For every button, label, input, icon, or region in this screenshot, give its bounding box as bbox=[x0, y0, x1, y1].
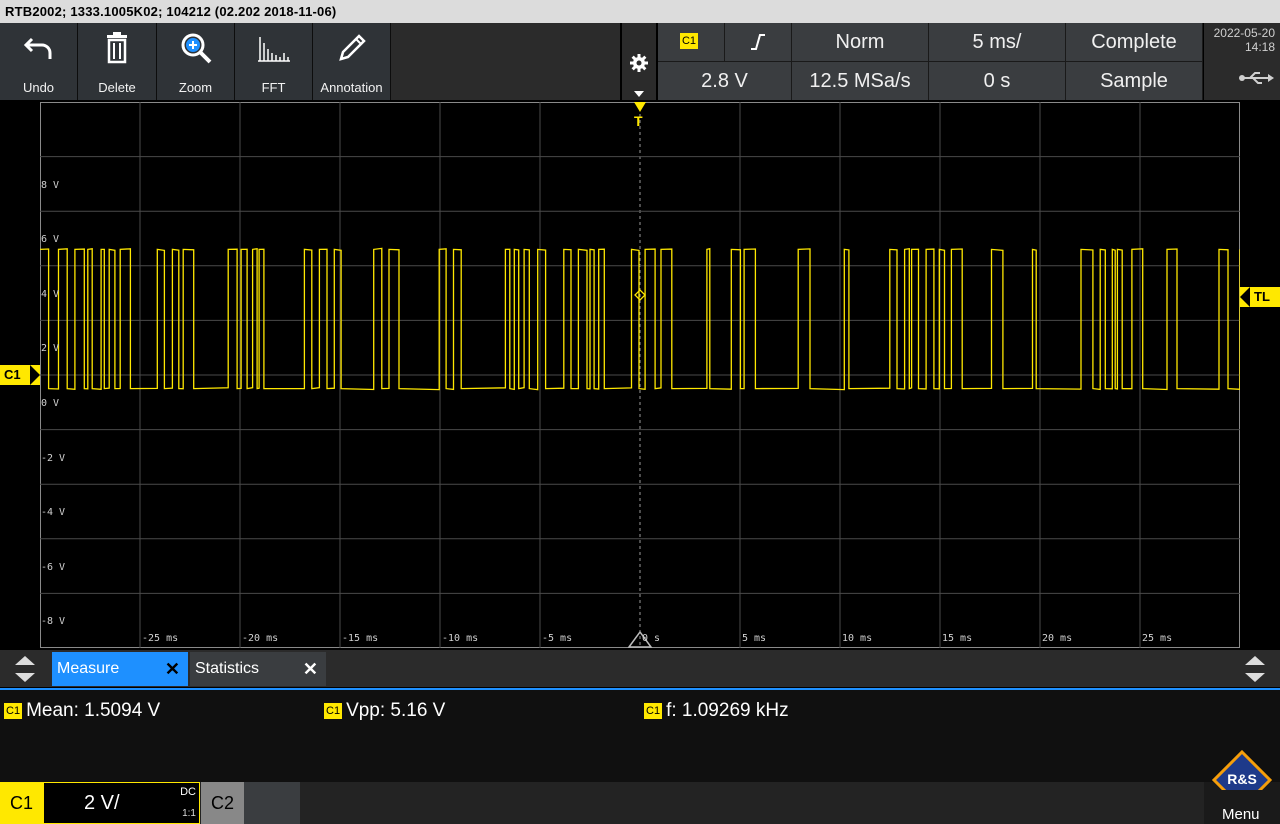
y-axis-label: -6 V bbox=[41, 561, 66, 573]
x-axis-label: 15 ms bbox=[942, 633, 973, 644]
gear-icon bbox=[630, 54, 648, 72]
waveform-display[interactable]: 8 V6 V4 V2 V0 V-2 V-4 V-6 V-8 V-10 V -25… bbox=[40, 102, 1240, 682]
measurement-panel: C1 Mean: 1.5094 V C1 Vpp: 5.16 V C1 f: 1.09… bbox=[0, 688, 1280, 784]
x-axis-label: -15 ms bbox=[342, 633, 379, 644]
fft-spectrum-icon bbox=[257, 37, 290, 62]
fft-button[interactable]: FFT bbox=[235, 23, 313, 100]
y-axis-label: -2 V bbox=[41, 452, 66, 464]
channel-1-coupling: DC bbox=[180, 786, 196, 798]
usb-icon bbox=[1239, 72, 1274, 84]
x-axis-label: 5 ms bbox=[742, 633, 767, 644]
channel-1-offset-marker[interactable]: C1 bbox=[0, 365, 40, 385]
timebase-cell[interactable]: 5 ms/ bbox=[929, 23, 1065, 61]
channel-1-scale-box[interactable]: 2 V/ DC 1:1 bbox=[43, 782, 200, 824]
trigger-source-cell[interactable]: C1 bbox=[658, 23, 724, 61]
close-icon[interactable]: ✕ bbox=[303, 652, 318, 686]
undo-label: Undo bbox=[22, 80, 55, 95]
channel-1-button[interactable]: C1 bbox=[0, 782, 43, 824]
zoom-button[interactable]: Zoom bbox=[157, 23, 235, 100]
trigger-arrow-icon bbox=[634, 102, 646, 112]
menu-label: Menu bbox=[1222, 806, 1260, 823]
tab-statistics-label: Statistics bbox=[195, 660, 260, 677]
acquisition-mode-cell[interactable]: Sample bbox=[1066, 62, 1202, 100]
channel-bar: C1 2 V/ DC 1:1 C2 R&S Menu bbox=[0, 750, 1280, 824]
x-axis-label: -25 ms bbox=[142, 633, 179, 644]
channel-1-probe: 1:1 bbox=[182, 808, 196, 819]
x-axis-label: 0 s bbox=[642, 633, 661, 644]
menu-button[interactable]: R&S Menu bbox=[1204, 750, 1280, 824]
measurement-frequency-text: f: 1.09269 kHz bbox=[666, 700, 789, 721]
scroll-up-down-icon[interactable] bbox=[15, 656, 35, 682]
x-axis-label: 20 ms bbox=[1042, 633, 1073, 644]
channel-2-scale-box[interactable] bbox=[244, 782, 300, 824]
rising-edge-icon bbox=[751, 34, 765, 50]
measurement-channel-badge: C1 bbox=[4, 702, 23, 719]
measurement-vpp-text: Vpp: 5.16 V bbox=[346, 700, 446, 721]
y-axis-label: 8 V bbox=[41, 179, 60, 191]
undo-button[interactable]: Undo bbox=[0, 23, 78, 100]
fft-label: FFT bbox=[261, 80, 286, 95]
zoom-icon bbox=[181, 33, 211, 64]
window-title: RTB2002; 1333.1005K02; 104212 (02.202 20… bbox=[0, 0, 1280, 23]
pencil-icon bbox=[338, 34, 366, 61]
trigger-marker-label: T bbox=[634, 113, 643, 129]
delete-button[interactable]: Delete bbox=[78, 23, 157, 100]
delete-label: Delete bbox=[98, 80, 136, 95]
x-axis-label: 25 ms bbox=[1142, 633, 1173, 644]
annotation-button[interactable]: Annotation bbox=[313, 23, 391, 100]
measurement-vpp[interactable]: C1 Vpp: 5.16 V bbox=[324, 700, 445, 722]
measurement-mean-text: Mean: 1.5094 V bbox=[26, 700, 161, 721]
x-axis-label: -20 ms bbox=[242, 633, 279, 644]
measurement-channel-badge: C1 bbox=[644, 702, 663, 719]
trigger-level-marker[interactable]: TL bbox=[1240, 287, 1280, 307]
trigger-mode-cell[interactable]: Norm bbox=[792, 23, 928, 61]
x-axis-label: -5 ms bbox=[542, 633, 573, 644]
channel-1-marker-text: C1 bbox=[4, 367, 21, 382]
trigger-source-badge: C1 bbox=[679, 33, 699, 49]
tab-bar: Measure ✕ Statistics ✕ bbox=[0, 650, 1280, 687]
toolbar: Undo Delete Zoom FFT Annotation bbox=[0, 23, 620, 100]
y-axis-label: 2 V bbox=[41, 343, 60, 355]
trigger-slope-cell[interactable] bbox=[725, 23, 791, 61]
svg-text:R&S: R&S bbox=[1227, 771, 1257, 787]
trigger-level-cell[interactable]: 2.8 V bbox=[658, 62, 791, 100]
y-axis-label: -8 V bbox=[41, 616, 66, 628]
y-axis-label: 6 V bbox=[41, 234, 60, 246]
x-axis-label: 10 ms bbox=[842, 633, 873, 644]
annotation-label: Annotation bbox=[320, 80, 383, 95]
scroll-up-down-icon[interactable] bbox=[1245, 656, 1265, 682]
graticule-grid bbox=[40, 102, 1240, 648]
horizontal-position-cell[interactable]: 0 s bbox=[929, 62, 1065, 100]
undo-icon bbox=[23, 37, 51, 59]
measurement-mean[interactable]: C1 Mean: 1.5094 V bbox=[4, 700, 160, 722]
measurement-channel-badge: C1 bbox=[324, 702, 343, 719]
trash-icon bbox=[107, 32, 127, 64]
settings-gear-button[interactable] bbox=[622, 23, 656, 100]
measurement-frequency[interactable]: C1 f: 1.09269 kHz bbox=[644, 700, 789, 722]
time-text: 14:18 bbox=[1244, 40, 1275, 54]
close-icon[interactable]: ✕ bbox=[165, 652, 180, 686]
channel-2-button[interactable]: C2 bbox=[201, 782, 244, 824]
channel-1-scale: 2 V/ bbox=[84, 792, 120, 814]
sample-rate-cell[interactable]: 12.5 MSa/s bbox=[792, 62, 928, 100]
zoom-label: Zoom bbox=[178, 80, 213, 95]
tab-measure[interactable]: Measure ✕ bbox=[52, 652, 188, 686]
y-axis-label: 0 V bbox=[41, 398, 60, 409]
trigger-level-marker-text: TL bbox=[1254, 289, 1270, 304]
tab-measure-label: Measure bbox=[57, 660, 120, 677]
date-text: 2022-05-20 bbox=[1213, 26, 1275, 40]
acquisition-state-cell[interactable]: Complete bbox=[1066, 23, 1202, 61]
y-axis-label: 4 V bbox=[41, 288, 60, 300]
tab-statistics[interactable]: Statistics ✕ bbox=[190, 652, 326, 686]
y-axis-label: -4 V bbox=[41, 507, 66, 519]
datetime: 2022-05-20 14:18 bbox=[1204, 23, 1280, 100]
acquisition-settings: C1 Norm 5 ms/ Complete 2.8 V 12.5 MSa/s … bbox=[658, 23, 1203, 100]
rohde-schwarz-logo-icon: R&S bbox=[1212, 750, 1272, 790]
dropdown-arrow-icon bbox=[634, 91, 644, 97]
x-axis-label: -10 ms bbox=[442, 633, 479, 644]
